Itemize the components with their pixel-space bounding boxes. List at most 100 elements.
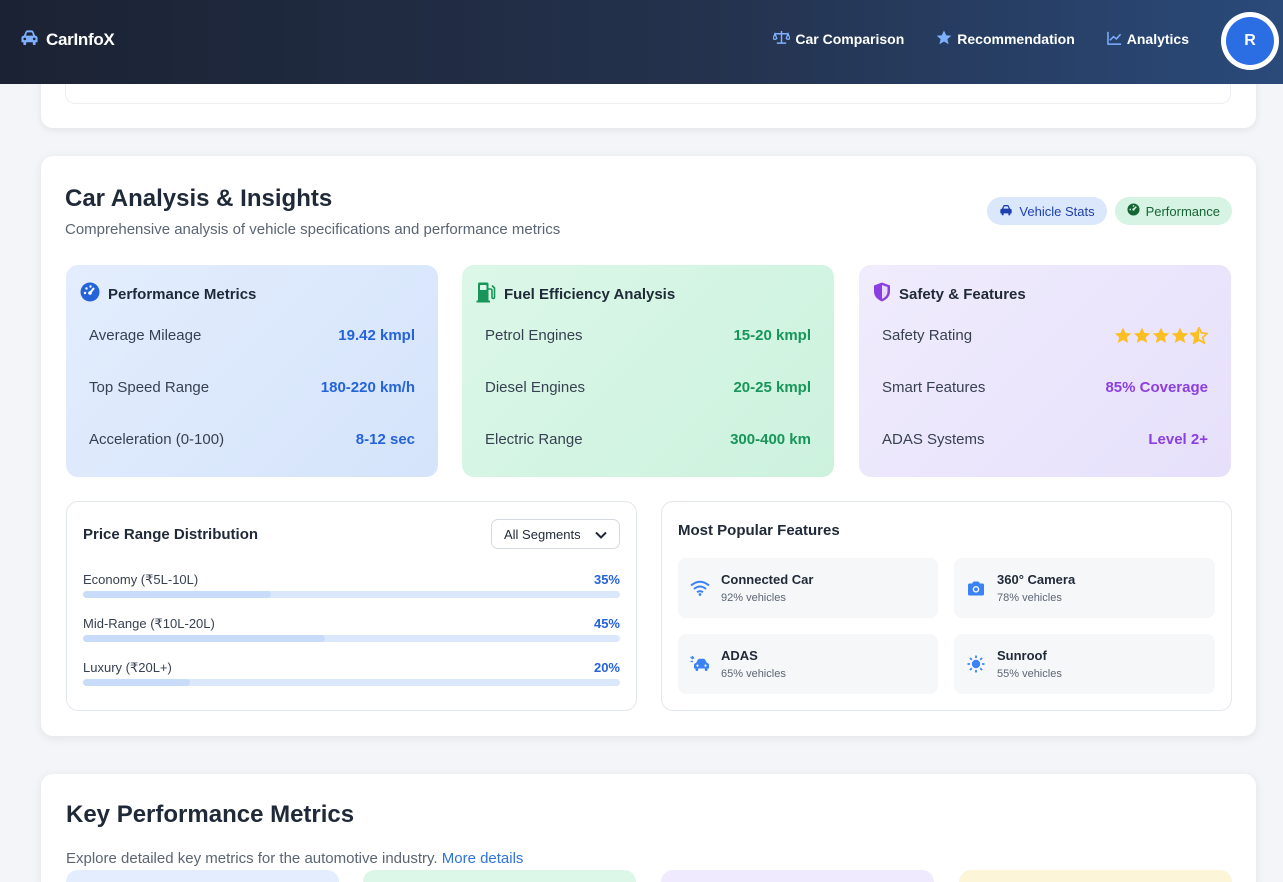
gauge-icon: [80, 282, 100, 306]
feature-name: ADAS: [721, 648, 758, 663]
section-subtitle: Explore detailed key metrics for the aut…: [66, 850, 523, 867]
chart-line-icon: [1106, 31, 1122, 48]
metric-tile[interactable]: [363, 870, 636, 882]
brand-name: CarInfoX: [46, 30, 115, 49]
nav-car-comparison[interactable]: Car Comparison: [772, 30, 905, 48]
car-icon: [20, 29, 39, 51]
metric-value: 180-220 km/h: [320, 379, 415, 396]
metric-row: Top Speed Range 180-220 km/h: [89, 379, 415, 396]
feature-item[interactable]: Sunroof 55% vehicles: [954, 634, 1215, 694]
section-title: Key Performance Metrics: [66, 801, 355, 828]
avatar[interactable]: R: [1226, 17, 1274, 65]
feature-name: 360° Camera: [997, 572, 1076, 587]
feature-share: 55% vehicles: [997, 668, 1062, 680]
star-icon: [1133, 327, 1151, 344]
metric-label: Petrol Engines: [485, 327, 583, 344]
price-row: Mid-Range (₹10L-20L) 45%: [83, 616, 620, 642]
card-title: Performance Metrics: [108, 285, 257, 303]
metric-label: Diesel Engines: [485, 379, 586, 396]
card-title: Fuel Efficiency Analysis: [504, 286, 676, 303]
price-row-pct: 45%: [593, 616, 620, 631]
progress-bar: [83, 679, 620, 686]
shield-icon: [873, 282, 891, 306]
nav-label: Car Comparison: [795, 31, 905, 47]
feature-name: Connected Car: [721, 572, 814, 587]
section-title: Car Analysis & Insights: [65, 185, 333, 212]
metric-tile[interactable]: [661, 870, 934, 882]
camera-icon: [965, 577, 987, 599]
tag-performance[interactable]: Performance: [1114, 197, 1232, 225]
nav-recommendation[interactable]: Recommendation: [936, 30, 1075, 48]
card-header: Fuel Efficiency Analysis: [476, 282, 675, 307]
tag-list: Vehicle Stats Performance: [987, 197, 1232, 225]
progress-bar: [83, 635, 620, 642]
progress-bar: [83, 591, 620, 598]
star-icon: [1152, 327, 1170, 344]
performance-metrics-card: Performance Metrics Average Mileage 19.4…: [66, 265, 438, 477]
card-title: Safety & Features: [899, 285, 1026, 303]
gauge-icon: [1127, 203, 1140, 219]
price-row-pct: 20%: [593, 660, 620, 675]
nav-label: Analytics: [1126, 31, 1189, 47]
car-burst-icon: [689, 653, 711, 675]
price-range-card: Price Range Distribution All Segments Ec…: [66, 501, 637, 711]
metric-row: Electric Range 300-400 km: [485, 431, 811, 448]
segment-select[interactable]: All Segments: [491, 519, 620, 549]
fuel-efficiency-card: Fuel Efficiency Analysis Petrol Engines …: [462, 265, 834, 477]
feature-item[interactable]: Connected Car 92% vehicles: [678, 558, 938, 618]
metric-row: Average Mileage 19.42 kmpl: [89, 327, 415, 344]
nav-analytics[interactable]: Analytics: [1106, 30, 1189, 48]
price-row-pct: 35%: [593, 572, 620, 587]
feature-item[interactable]: 360° Camera 78% vehicles: [954, 558, 1215, 618]
metric-value: 8-12 sec: [355, 431, 415, 448]
metric-label: ADAS Systems: [882, 431, 985, 448]
key-performance-card: Key Performance Metrics Explore detailed…: [41, 774, 1256, 882]
progress-bar-fill: [83, 635, 325, 642]
metric-row: Smart Features 85% Coverage: [882, 379, 1208, 396]
nav-label: Recommendation: [957, 31, 1075, 47]
star-icon: [1114, 327, 1132, 344]
metric-row: Safety Rating: [882, 327, 1208, 344]
safety-rating-stars: [1114, 327, 1208, 344]
gas-pump-icon: [476, 282, 496, 307]
feature-name: Sunroof: [997, 648, 1047, 663]
segment-select-value: All Segments: [504, 526, 581, 542]
metric-row: Diesel Engines 20-25 kmpl: [485, 379, 811, 396]
more-details-link[interactable]: More details: [442, 850, 524, 867]
metric-label: Acceleration (0-100): [89, 431, 225, 448]
metric-value: 300-400 km: [730, 431, 811, 448]
main-nav: Car Comparison Recommendation Analytics: [772, 30, 1189, 48]
sun-icon: [965, 653, 987, 675]
star-half-icon: [1190, 327, 1208, 344]
tag-label: Performance: [1145, 203, 1220, 219]
card-header: Safety & Features: [873, 282, 1026, 306]
car-analysis-card: Car Analysis & Insights Comprehensive an…: [41, 156, 1256, 736]
scale-icon: [772, 30, 792, 48]
car-icon: [999, 204, 1013, 219]
metric-row: Acceleration (0-100) 8-12 sec: [89, 431, 415, 448]
chevron-down-icon: [595, 527, 607, 542]
brand[interactable]: CarInfoX: [20, 29, 115, 51]
metric-tile[interactable]: [959, 870, 1232, 882]
metric-label: Safety Rating: [882, 327, 973, 344]
price-row-label: Mid-Range (₹10L-20L): [83, 616, 215, 631]
card-header: Performance Metrics: [80, 282, 256, 306]
metric-value: 15-20 kmpl: [733, 327, 811, 344]
metric-value: Level 2+: [1148, 431, 1208, 448]
progress-bar-fill: [83, 591, 271, 598]
feature-share: 78% vehicles: [997, 592, 1062, 604]
safety-features-card: Safety & Features Safety Rating Smart Fe…: [859, 265, 1231, 477]
feature-item[interactable]: ADAS 65% vehicles: [678, 634, 938, 694]
popular-features-title: Most Popular Features: [678, 522, 840, 539]
metric-value: 85% Coverage: [1105, 379, 1208, 396]
price-row: Economy (₹5L-10L) 35%: [83, 572, 620, 598]
section-subtitle: Comprehensive analysis of vehicle specif…: [65, 221, 561, 238]
metric-row: Petrol Engines 15-20 kmpl: [485, 327, 811, 344]
price-row: Luxury (₹20L+) 20%: [83, 660, 620, 686]
metric-tile[interactable]: [66, 870, 339, 882]
price-row-label: Luxury (₹20L+): [83, 660, 172, 675]
metric-value: 19.42 kmpl: [338, 327, 415, 344]
price-range-title: Price Range Distribution: [83, 526, 259, 543]
tag-vehicle-stats[interactable]: Vehicle Stats: [987, 197, 1107, 225]
app-header: CarInfoX Car Comparison Recommendation A…: [0, 0, 1283, 84]
